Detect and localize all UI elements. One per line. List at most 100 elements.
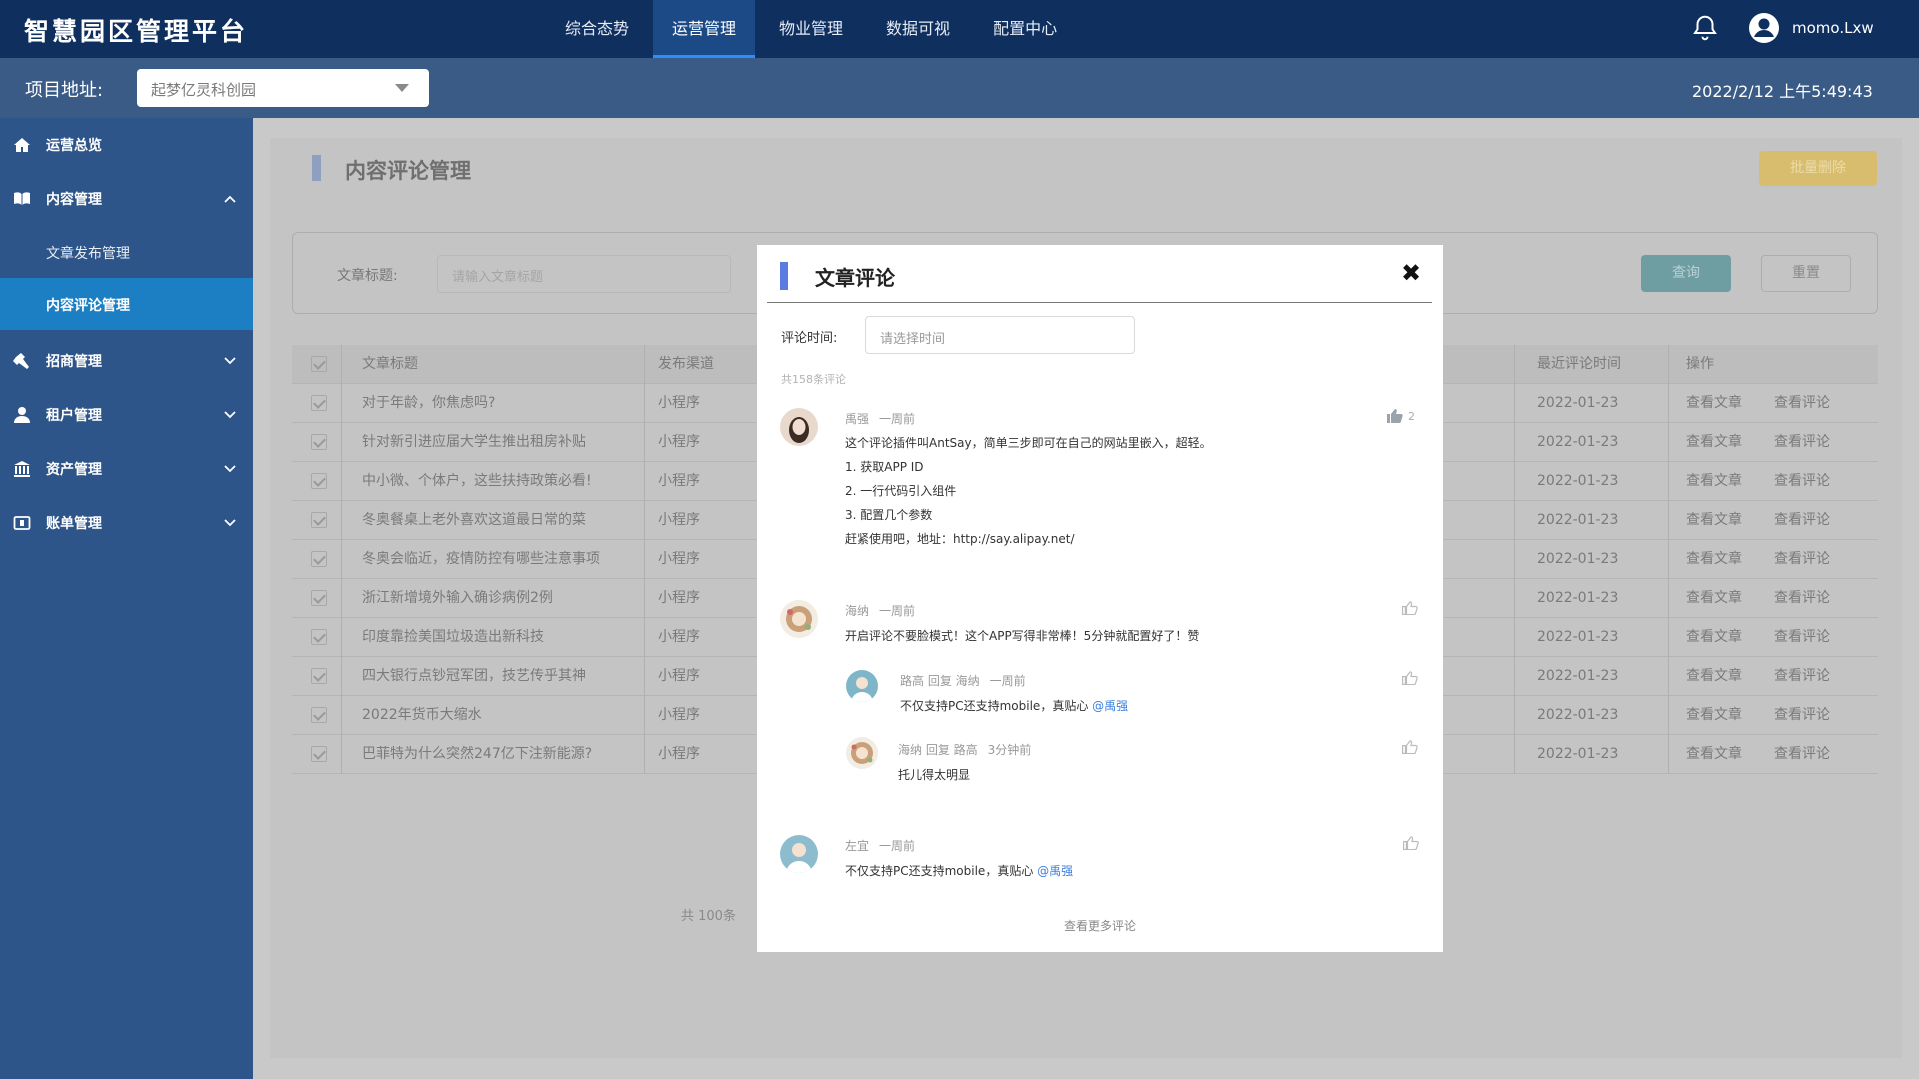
article-title-input[interactable]: 请输入文章标题	[437, 255, 731, 293]
comment-author: 禹强	[845, 412, 870, 426]
view-article-link[interactable]: 查看文章	[1686, 384, 1742, 423]
mention-link[interactable]: @禹强	[1037, 864, 1073, 878]
view-article-link[interactable]: 查看文章	[1686, 618, 1742, 657]
avatar	[780, 835, 818, 873]
thumbs-up-icon[interactable]	[1402, 601, 1418, 615]
view-comment-link[interactable]: 查看评论	[1774, 657, 1830, 696]
sidebar-item-label: 租户管理	[46, 408, 102, 424]
cell-last-comment-date: 2022-01-23	[1537, 551, 1619, 567]
sidebar-sub-article-publish[interactable]: 文章发布管理	[0, 226, 253, 278]
sidebar-item-label: 资产管理	[46, 462, 102, 478]
reply-text: 不仅支持PC还支持mobile，真贴心 @禹强	[900, 697, 1128, 714]
pagination-total: 共 100条	[681, 909, 736, 924]
comment-author: 左宜	[845, 839, 870, 853]
sidebar-item-tenant[interactable]: 租户管理	[0, 388, 253, 442]
view-comment-link[interactable]: 查看评论	[1774, 579, 1830, 618]
sidebar-sub-comment-manage[interactable]: 内容评论管理	[0, 278, 253, 330]
view-comment-link[interactable]: 查看评论	[1774, 384, 1830, 423]
reply-time: 一周前	[989, 674, 1026, 688]
comment-body: 不仅支持PC还支持mobile，真贴心	[845, 864, 1034, 878]
view-article-link[interactable]: 查看文章	[1686, 579, 1742, 618]
cell-last-comment-date: 2022-01-23	[1537, 512, 1619, 528]
load-more-comments[interactable]: 查看更多评论	[757, 917, 1443, 934]
comment-time: 一周前	[879, 604, 916, 618]
mention-link[interactable]: @禹强	[1092, 699, 1128, 713]
cell-channel: 小程序	[658, 668, 700, 684]
sidebar-item-content[interactable]: 内容管理	[0, 172, 253, 226]
row-checkbox[interactable]	[311, 434, 327, 450]
cell-title: 针对新引进应届大学生推出租房补贴	[362, 434, 586, 450]
row-checkbox[interactable]	[311, 629, 327, 645]
comment-meta: 禹强 一周前	[845, 410, 915, 427]
view-article-link[interactable]: 查看文章	[1686, 423, 1742, 462]
nav-overview[interactable]: 综合态势	[546, 0, 648, 58]
comment-meta: 海纳 一周前	[845, 602, 915, 619]
view-comment-link[interactable]: 查看评论	[1774, 696, 1830, 735]
comment-line: 2. 一行代码引入组件	[845, 484, 957, 498]
view-article-link[interactable]: 查看文章	[1686, 462, 1742, 501]
batch-delete-button[interactable]: 批量删除	[1759, 151, 1877, 186]
row-checkbox[interactable]	[311, 668, 327, 684]
row-checkbox[interactable]	[311, 395, 327, 411]
close-icon[interactable]: ✖	[1401, 261, 1421, 285]
sidebar-item-label: 运营总览	[46, 138, 102, 154]
cell-channel: 小程序	[658, 590, 700, 606]
row-checkbox[interactable]	[311, 473, 327, 489]
header-last-comment: 最近评论时间	[1537, 356, 1621, 372]
title-accent-bar	[312, 155, 321, 181]
view-article-link[interactable]: 查看文章	[1686, 657, 1742, 696]
view-comment-link[interactable]: 查看评论	[1774, 735, 1830, 774]
row-checkbox[interactable]	[311, 707, 327, 723]
row-checkbox[interactable]	[311, 746, 327, 762]
book-icon	[14, 192, 30, 205]
thumbs-up-icon[interactable]	[1403, 836, 1419, 850]
project-bar: 项目地址: 起梦亿灵科创园 2022/2/12 上午5:49:43	[0, 58, 1919, 118]
reply-meta: 海纳 回复 路高 3分钟前	[898, 741, 1031, 758]
view-comment-link[interactable]: 查看评论	[1774, 540, 1830, 579]
view-comment-link[interactable]: 查看评论	[1774, 501, 1830, 540]
modal-title: 文章评论	[815, 266, 895, 290]
select-all-checkbox[interactable]	[311, 356, 327, 372]
view-comment-link[interactable]: 查看评论	[1774, 423, 1830, 462]
sidebar-item-overview[interactable]: 运营总览	[0, 118, 253, 172]
view-article-link[interactable]: 查看文章	[1686, 501, 1742, 540]
reply-body: 不仅支持PC还支持mobile，真贴心	[900, 699, 1089, 713]
row-checkbox[interactable]	[311, 590, 327, 606]
row-checkbox[interactable]	[311, 512, 327, 528]
nav-data-visual[interactable]: 数据可视	[867, 0, 969, 58]
cell-last-comment-date: 2022-01-23	[1537, 746, 1619, 762]
comment-time-picker[interactable]: 请选择时间	[865, 316, 1135, 354]
view-article-link[interactable]: 查看文章	[1686, 735, 1742, 774]
reply-time: 3分钟前	[987, 743, 1032, 757]
top-nav: 综合态势 运营管理 物业管理 数据可视 配置中心	[546, 0, 1081, 58]
view-article-link[interactable]: 查看文章	[1686, 540, 1742, 579]
comment-line: 3. 配置几个参数	[845, 508, 933, 522]
query-button[interactable]: 查询	[1641, 255, 1731, 292]
view-comment-link[interactable]: 查看评论	[1774, 462, 1830, 501]
row-checkbox[interactable]	[311, 551, 327, 567]
bell-icon[interactable]	[1690, 13, 1720, 43]
page-title: 内容评论管理	[345, 159, 471, 183]
thumbs-up-filled-icon[interactable]	[1387, 409, 1403, 423]
thumbs-up-icon[interactable]	[1402, 671, 1418, 685]
nav-operations[interactable]: 运营管理	[653, 0, 756, 58]
cell-last-comment-date: 2022-01-23	[1537, 395, 1619, 411]
sidebar-item-investment[interactable]: 招商管理	[0, 334, 253, 388]
nav-property[interactable]: 物业管理	[760, 0, 862, 58]
thumbs-up-icon[interactable]	[1402, 740, 1418, 754]
project-select[interactable]: 起梦亿灵科创园	[137, 69, 429, 107]
view-article-link[interactable]: 查看文章	[1686, 696, 1742, 735]
user-menu[interactable]: momo.Lxw	[1748, 12, 1874, 44]
nav-config[interactable]: 配置中心	[974, 0, 1076, 58]
cell-title: 浙江新增境外输入确诊病例2例	[362, 590, 553, 606]
article-comment-dialog: 文章评论 ✖ 评论时间: 请选择时间 共158条评论 禹强 一周前 2 这个评论插…	[757, 245, 1443, 952]
sidebar-item-asset[interactable]: 资产管理	[0, 442, 253, 496]
sidebar-item-bill[interactable]: 账单管理	[0, 496, 253, 550]
reset-button[interactable]: 重置	[1761, 255, 1851, 292]
article-title-placeholder: 请输入文章标题	[452, 270, 544, 285]
cell-last-comment-date: 2022-01-23	[1537, 473, 1619, 489]
top-bar: 智慧园区管理平台 综合态势 运营管理 物业管理 数据可视 配置中心 momo.L…	[0, 0, 1919, 58]
avatar	[846, 737, 878, 769]
cell-channel: 小程序	[658, 629, 700, 645]
view-comment-link[interactable]: 查看评论	[1774, 618, 1830, 657]
